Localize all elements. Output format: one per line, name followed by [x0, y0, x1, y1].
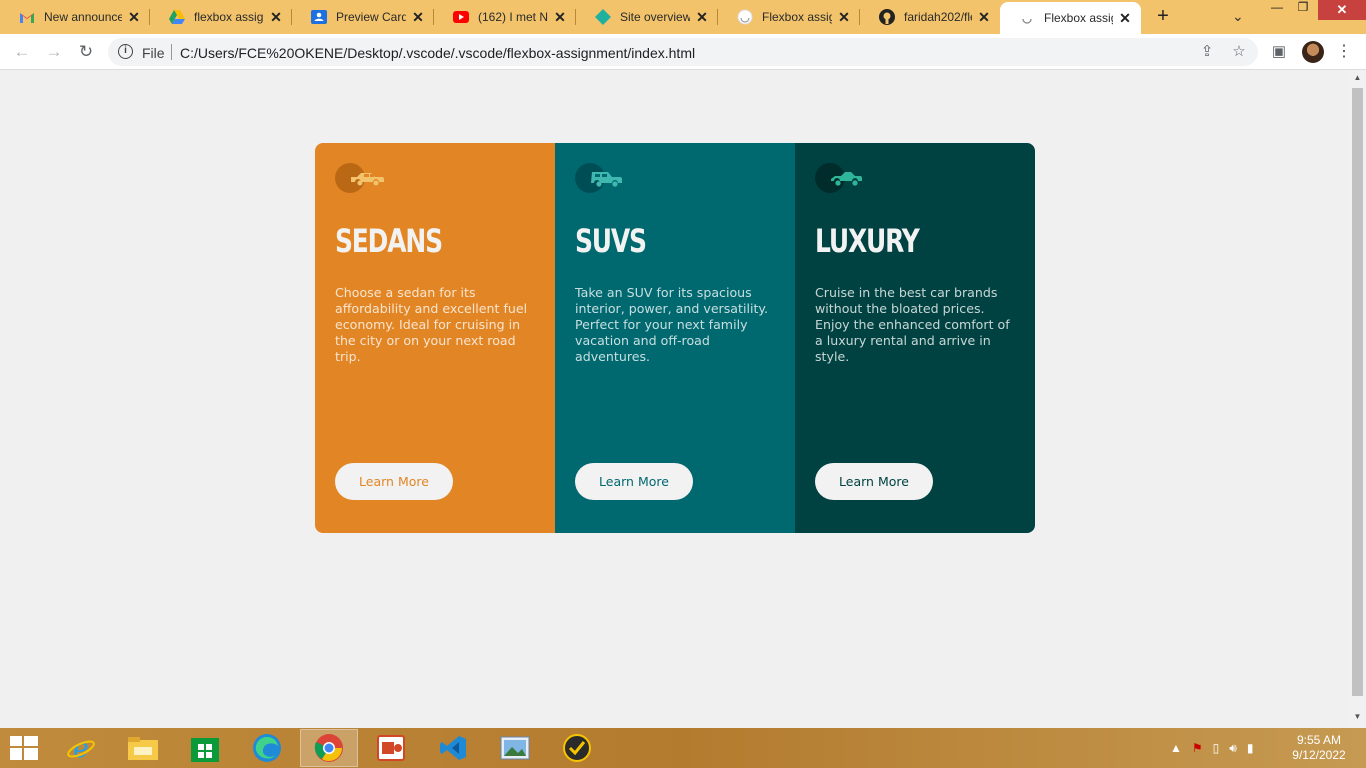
scroll-thumb[interactable] — [1352, 88, 1363, 696]
side-panel-icon[interactable]: ▣ — [1270, 43, 1288, 61]
tab-drive[interactable]: flexbox assign ✕ — [150, 2, 292, 32]
browser-tab-strip: New announce ✕ flexbox assign ✕ Preview … — [0, 0, 1366, 34]
learn-more-button[interactable]: Learn More — [575, 463, 693, 500]
power-icon[interactable]: ▯ — [1213, 741, 1220, 755]
google-drive-icon — [169, 9, 185, 25]
close-icon[interactable]: ✕ — [126, 9, 142, 26]
sedan-car-icon — [335, 163, 384, 193]
card-suvs: SUVS Take an SUV for its spacious interi… — [555, 143, 795, 533]
learn-more-button[interactable]: Learn More — [815, 463, 933, 500]
norton-icon[interactable] — [548, 729, 606, 767]
tab-flexbox-active[interactable]: Flexbox assign ✕ — [1000, 2, 1141, 34]
windows-start-icon[interactable] — [10, 736, 38, 760]
close-icon[interactable]: ✕ — [552, 9, 568, 26]
chrome-icon[interactable] — [300, 729, 358, 767]
card-title: SEDANS — [335, 222, 443, 260]
clock-time: 9:55 AM — [1296, 733, 1342, 747]
card-luxury: LUXURY Cruise in the best car brands wit… — [795, 143, 1035, 533]
gmail-icon — [19, 9, 35, 25]
google-classroom-icon — [311, 9, 327, 25]
tab-title: New announce — [44, 10, 122, 24]
photos-icon[interactable] — [486, 729, 544, 767]
file-explorer-icon[interactable] — [114, 729, 172, 767]
url-text[interactable]: C:/Users/FCE%20OKENE/Desktop/.vscode/.vs… — [180, 45, 695, 61]
tab-github[interactable]: faridah202/fle ✕ — [860, 2, 1000, 32]
suv-car-icon — [575, 163, 622, 193]
tab-youtube[interactable]: (162) I met Ne ✕ — [434, 2, 576, 32]
globe-icon — [1019, 10, 1035, 26]
vscode-icon[interactable] — [424, 729, 482, 767]
edge-icon[interactable] — [238, 729, 296, 767]
browser-toolbar: ← → ↻ i File C:/Users/FCE%20OKENE/Deskto… — [0, 34, 1366, 70]
tab-gmail[interactable]: New announce ✕ — [0, 2, 150, 32]
new-tab-button[interactable]: + — [1152, 6, 1174, 28]
card-description: Choose a sedan for its affordability and… — [335, 285, 528, 364]
address-bar[interactable]: i File C:/Users/FCE%20OKENE/Desktop/.vsc… — [108, 38, 1258, 66]
page-scrollbar[interactable]: ▲ ▼ — [1349, 70, 1366, 728]
forward-arrow-icon[interactable]: → — [44, 42, 64, 62]
card-description: Cruise in the best car brands without th… — [815, 285, 1010, 364]
close-icon[interactable]: ✕ — [836, 9, 852, 26]
info-icon[interactable]: i — [118, 44, 133, 59]
learn-more-button[interactable]: Learn More — [335, 463, 453, 500]
tab-title: Flexbox assign — [762, 10, 832, 24]
globe-icon — [737, 9, 753, 25]
internet-explorer-icon[interactable]: e — [52, 729, 110, 767]
card-title: LUXURY — [815, 222, 920, 260]
tab-preview-card[interactable]: Preview Card ✕ — [292, 2, 434, 32]
menu-dots-icon[interactable]: ⋮ — [1336, 42, 1352, 62]
back-arrow-icon[interactable]: ← — [12, 42, 32, 62]
scroll-up-icon[interactable]: ▲ — [1349, 73, 1366, 82]
minimize-button[interactable]: — — [1264, 0, 1290, 20]
card-container: SEDANS Choose a sedan for its affordabil… — [315, 143, 1035, 533]
close-icon[interactable]: ✕ — [410, 9, 426, 26]
powerpoint-icon[interactable] — [362, 729, 420, 767]
close-icon[interactable]: ✕ — [268, 9, 284, 26]
tab-flexbox-1[interactable]: Flexbox assign ✕ — [718, 2, 860, 32]
store-icon[interactable] — [176, 729, 234, 767]
clock-date: 9/12/2022 — [1292, 748, 1346, 762]
netlify-icon — [595, 9, 611, 25]
window-close-button[interactable]: ✕ — [1318, 0, 1366, 20]
github-icon — [879, 9, 895, 25]
star-icon[interactable]: ☆ — [1230, 43, 1248, 61]
youtube-icon — [453, 9, 469, 25]
tab-title: Preview Card — [336, 10, 406, 24]
restore-button[interactable]: ❐ — [1290, 0, 1316, 20]
volume-icon[interactable]: 🔊︎ — [1229, 741, 1237, 756]
windows-taskbar: e ▲ ⚑ ▯ 🔊︎ ▮ 9:55 AM 9/12/2022 — [0, 728, 1366, 768]
tab-site-overview[interactable]: Site overview ✕ — [576, 2, 718, 32]
avatar[interactable] — [1302, 41, 1324, 63]
share-icon[interactable]: ⇪ — [1198, 43, 1216, 61]
tab-title: flexbox assign — [194, 10, 264, 24]
show-hidden-icons-icon[interactable]: ▲ — [1170, 741, 1182, 755]
close-icon[interactable]: ✕ — [1117, 10, 1133, 27]
tab-title: (162) I met Ne — [478, 10, 548, 24]
card-description: Take an SUV for its spacious interior, p… — [575, 285, 769, 364]
tab-title: Site overview — [620, 10, 690, 24]
card-sedans: SEDANS Choose a sedan for its affordabil… — [315, 143, 555, 533]
tab-title: faridah202/fle — [904, 10, 972, 24]
chevron-down-icon[interactable]: ⌄ — [1232, 8, 1244, 25]
close-icon[interactable]: ✕ — [976, 9, 992, 26]
luxury-car-icon — [815, 163, 862, 193]
tab-title: Flexbox assign — [1044, 11, 1113, 25]
action-center-flag-icon[interactable]: ⚑ — [1192, 741, 1203, 755]
reload-icon[interactable]: ↻ — [76, 42, 96, 62]
system-clock[interactable]: 9:55 AM 9/12/2022 — [1282, 733, 1356, 763]
scheme-label: File — [142, 45, 165, 61]
scroll-down-icon[interactable]: ▼ — [1349, 712, 1366, 721]
card-title: SUVS — [575, 222, 647, 260]
network-icon[interactable]: ▮ — [1247, 741, 1254, 755]
close-icon[interactable]: ✕ — [694, 9, 710, 26]
svg-text:e: e — [73, 734, 88, 763]
